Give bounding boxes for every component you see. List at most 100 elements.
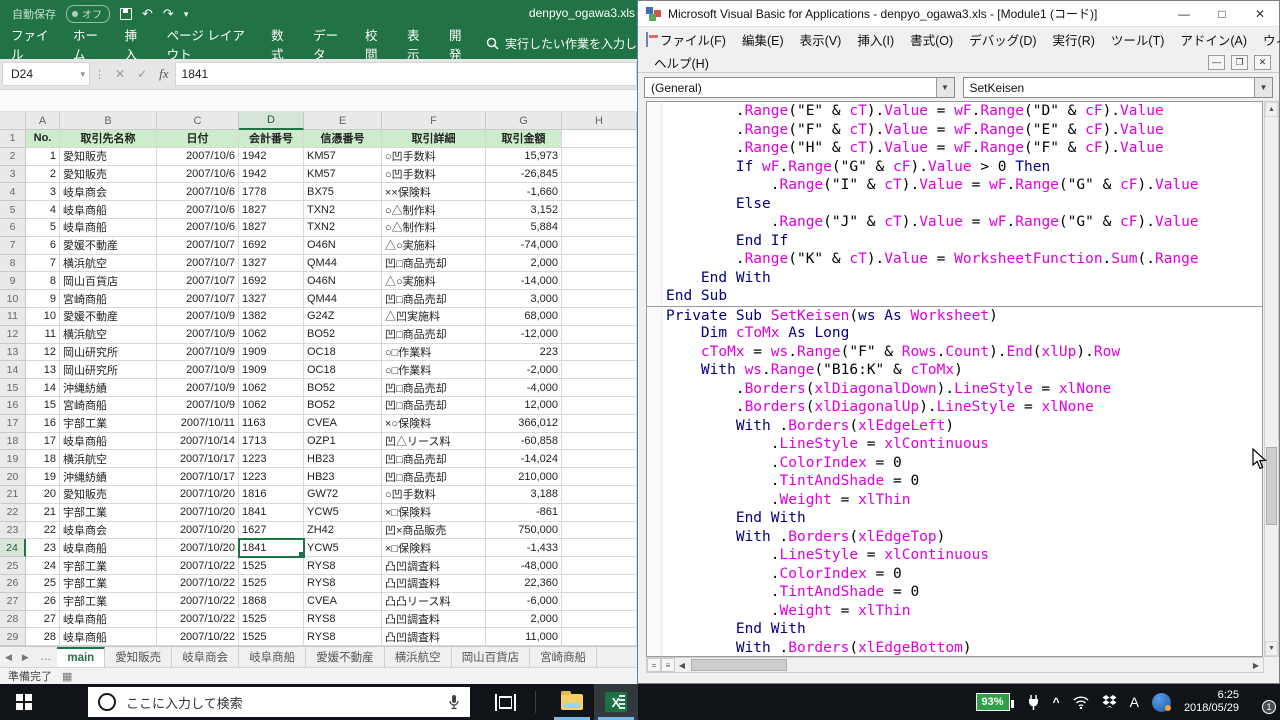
cell-C29[interactable]: 2007/10/22 xyxy=(157,628,239,646)
cell-D24[interactable]: 1841 xyxy=(238,538,305,559)
cell-G13[interactable]: 223 xyxy=(486,343,562,362)
cell-A1[interactable]: No. xyxy=(26,130,60,148)
vba-menu-2[interactable]: 表示(V) xyxy=(792,30,850,49)
cell-D12[interactable]: 1062 xyxy=(239,325,304,344)
horizontal-scrollbar[interactable]: = ≡ ◀ ▶ xyxy=(646,657,1264,673)
cell-B16[interactable]: 宮崎商船 xyxy=(60,396,157,415)
cell-D11[interactable]: 1382 xyxy=(239,307,304,326)
column-header-B[interactable]: B xyxy=(60,112,157,130)
cell-G3[interactable]: -26,845 xyxy=(486,165,562,184)
child-minimize-icon[interactable]: — xyxy=(1208,54,1225,70)
cell-H19[interactable] xyxy=(562,450,637,469)
procedure-combo[interactable]: SetKeisen ▼ xyxy=(962,77,1273,98)
cell-C4[interactable]: 2007/10/6 xyxy=(157,183,239,202)
cell-C20[interactable]: 2007/10/17 xyxy=(157,468,239,486)
cell-B23[interactable]: 岐阜商会 xyxy=(60,521,157,540)
code-line-22[interactable]: .Weight = xlThin xyxy=(647,491,1262,510)
save-icon[interactable] xyxy=(120,8,132,20)
row-header-26[interactable]: 26 xyxy=(0,574,26,593)
cell-C13[interactable]: 2007/10/9 xyxy=(157,343,239,362)
cell-H24[interactable] xyxy=(562,539,637,558)
cell-F21[interactable]: ○凹手数料 xyxy=(382,485,486,504)
cell-D4[interactable]: 1778 xyxy=(239,183,304,202)
sheet-nav-right-icon[interactable]: ▶ xyxy=(17,652,34,663)
code-line-10[interactable]: End With xyxy=(647,269,1262,288)
sheet-tab-宮崎商船[interactable]: 宮崎商船 xyxy=(530,646,598,668)
sheet-tab-横浜航空[interactable]: 横浜航空 xyxy=(385,646,452,668)
cell-C19[interactable]: 2007/10/17 xyxy=(157,450,239,469)
cell-A28[interactable]: 27 xyxy=(26,610,60,629)
cell-C9[interactable]: 2007/10/7 xyxy=(157,272,239,291)
code-line-15[interactable]: With ws.Range("B16:K" & cToMx) xyxy=(647,361,1262,380)
cell-F14[interactable]: ○□作業料 xyxy=(382,361,486,380)
action-center-button[interactable]: 1 xyxy=(1252,695,1276,714)
cell-G10[interactable]: 3,000 xyxy=(486,290,562,308)
power-plug-icon[interactable] xyxy=(1027,694,1040,710)
vba-menu-help[interactable]: ヘルプ(H) xyxy=(646,53,717,72)
cell-C11[interactable]: 2007/10/9 xyxy=(157,307,239,326)
cell-B13[interactable]: 岡山研究所 xyxy=(60,343,157,362)
cell-D10[interactable]: 1327 xyxy=(239,290,304,308)
cell-B9[interactable]: 岡山百貨店 xyxy=(60,272,157,291)
scroll-up-icon[interactable]: ▲ xyxy=(1265,102,1278,117)
cell-F19[interactable]: 凹□商品売却 xyxy=(382,450,486,469)
cell-C24[interactable]: 2007/10/20 xyxy=(157,539,239,558)
vba-menu-3[interactable]: 挿入(I) xyxy=(849,30,902,49)
file-explorer-button[interactable] xyxy=(550,684,594,720)
column-header-G[interactable]: G xyxy=(486,112,562,130)
cell-A13[interactable]: 12 xyxy=(26,343,60,362)
microphone-icon[interactable] xyxy=(448,694,460,710)
cell-H28[interactable] xyxy=(562,610,637,629)
row-header-10[interactable]: 10 xyxy=(0,290,26,308)
cell-E7[interactable]: O46N xyxy=(304,236,382,255)
cell-D9[interactable]: 1692 xyxy=(239,272,304,291)
cell-E1[interactable]: 信憑番号 xyxy=(304,130,382,148)
cell-B18[interactable]: 岐阜商船 xyxy=(60,432,157,451)
cell-A29[interactable]: 28 xyxy=(26,628,60,646)
cell-B26[interactable]: 宇部工業 xyxy=(60,574,157,593)
namebox-dropdown-icon[interactable]: ▾ xyxy=(80,69,85,80)
code-line-18[interactable]: With .Borders(xlEdgeLeft) xyxy=(647,417,1262,436)
cell-E18[interactable]: OZP1 xyxy=(304,432,382,451)
cell-B7[interactable]: 愛媛不動産 xyxy=(60,236,157,255)
cell-F5[interactable]: ○△制作料 xyxy=(382,201,486,219)
row-header-8[interactable]: 8 xyxy=(0,254,26,273)
cell-F8[interactable]: 凹□商品売却 xyxy=(382,254,486,273)
code-line-6[interactable]: Else xyxy=(647,195,1262,214)
cell-A16[interactable]: 15 xyxy=(26,396,60,415)
wifi-icon[interactable] xyxy=(1073,695,1089,709)
code-line-2[interactable]: .Range("F" & cT).Value = wF.Range("E" & … xyxy=(647,121,1262,140)
cell-F11[interactable]: △凹実施料 xyxy=(382,307,486,326)
cell-D29[interactable]: 1525 xyxy=(239,628,304,646)
row-header-13[interactable]: 13 xyxy=(0,343,26,362)
code-line-19[interactable]: .LineStyle = xlContinuous xyxy=(647,435,1262,454)
cell-F20[interactable]: 凹□商品売却 xyxy=(382,468,486,486)
combo-dropdown-icon[interactable]: ▼ xyxy=(1254,78,1272,97)
autosave-toggle[interactable]: オフ xyxy=(66,5,110,23)
cell-E24[interactable]: YCW5 xyxy=(304,539,382,558)
cell-F17[interactable]: ×○保険料 xyxy=(382,414,486,433)
row-header-11[interactable]: 11 xyxy=(0,307,26,326)
row-header-9[interactable]: 9 xyxy=(0,272,26,291)
cell-E16[interactable]: BO52 xyxy=(304,396,382,415)
cell-G14[interactable]: -2,000 xyxy=(486,361,562,380)
row-header-14[interactable]: 14 xyxy=(0,361,26,380)
cell-C28[interactable]: 2007/10/22 xyxy=(157,610,239,629)
sheet-tab-愛媛不動産[interactable]: 愛媛不動産 xyxy=(306,646,385,668)
cell-F27[interactable]: 凸凸リース料 xyxy=(382,592,486,611)
macro-record-icon[interactable]: ▦ xyxy=(62,670,72,683)
cell-F22[interactable]: ×□保険料 xyxy=(382,503,486,522)
code-line-17[interactable]: .Borders(xlDiagonalUp).LineStyle = xlNon… xyxy=(647,398,1262,417)
select-all-corner[interactable] xyxy=(0,112,26,130)
row-header-18[interactable]: 18 xyxy=(0,432,26,451)
cell-F18[interactable]: 凹△リース料 xyxy=(382,432,486,451)
cell-C3[interactable]: 2007/10/6 xyxy=(157,165,239,184)
row-header-2[interactable]: 2 xyxy=(0,147,26,166)
cell-F25[interactable]: 凸凹調査料 xyxy=(382,557,486,575)
excel-taskbar-button[interactable]: X xyxy=(594,684,638,720)
cell-G1[interactable]: 取引金額 xyxy=(486,130,562,148)
cell-A20[interactable]: 19 xyxy=(26,468,60,486)
code-line-29[interactable]: End With xyxy=(647,620,1262,639)
cell-H16[interactable] xyxy=(562,396,637,415)
cell-H18[interactable] xyxy=(562,432,637,451)
